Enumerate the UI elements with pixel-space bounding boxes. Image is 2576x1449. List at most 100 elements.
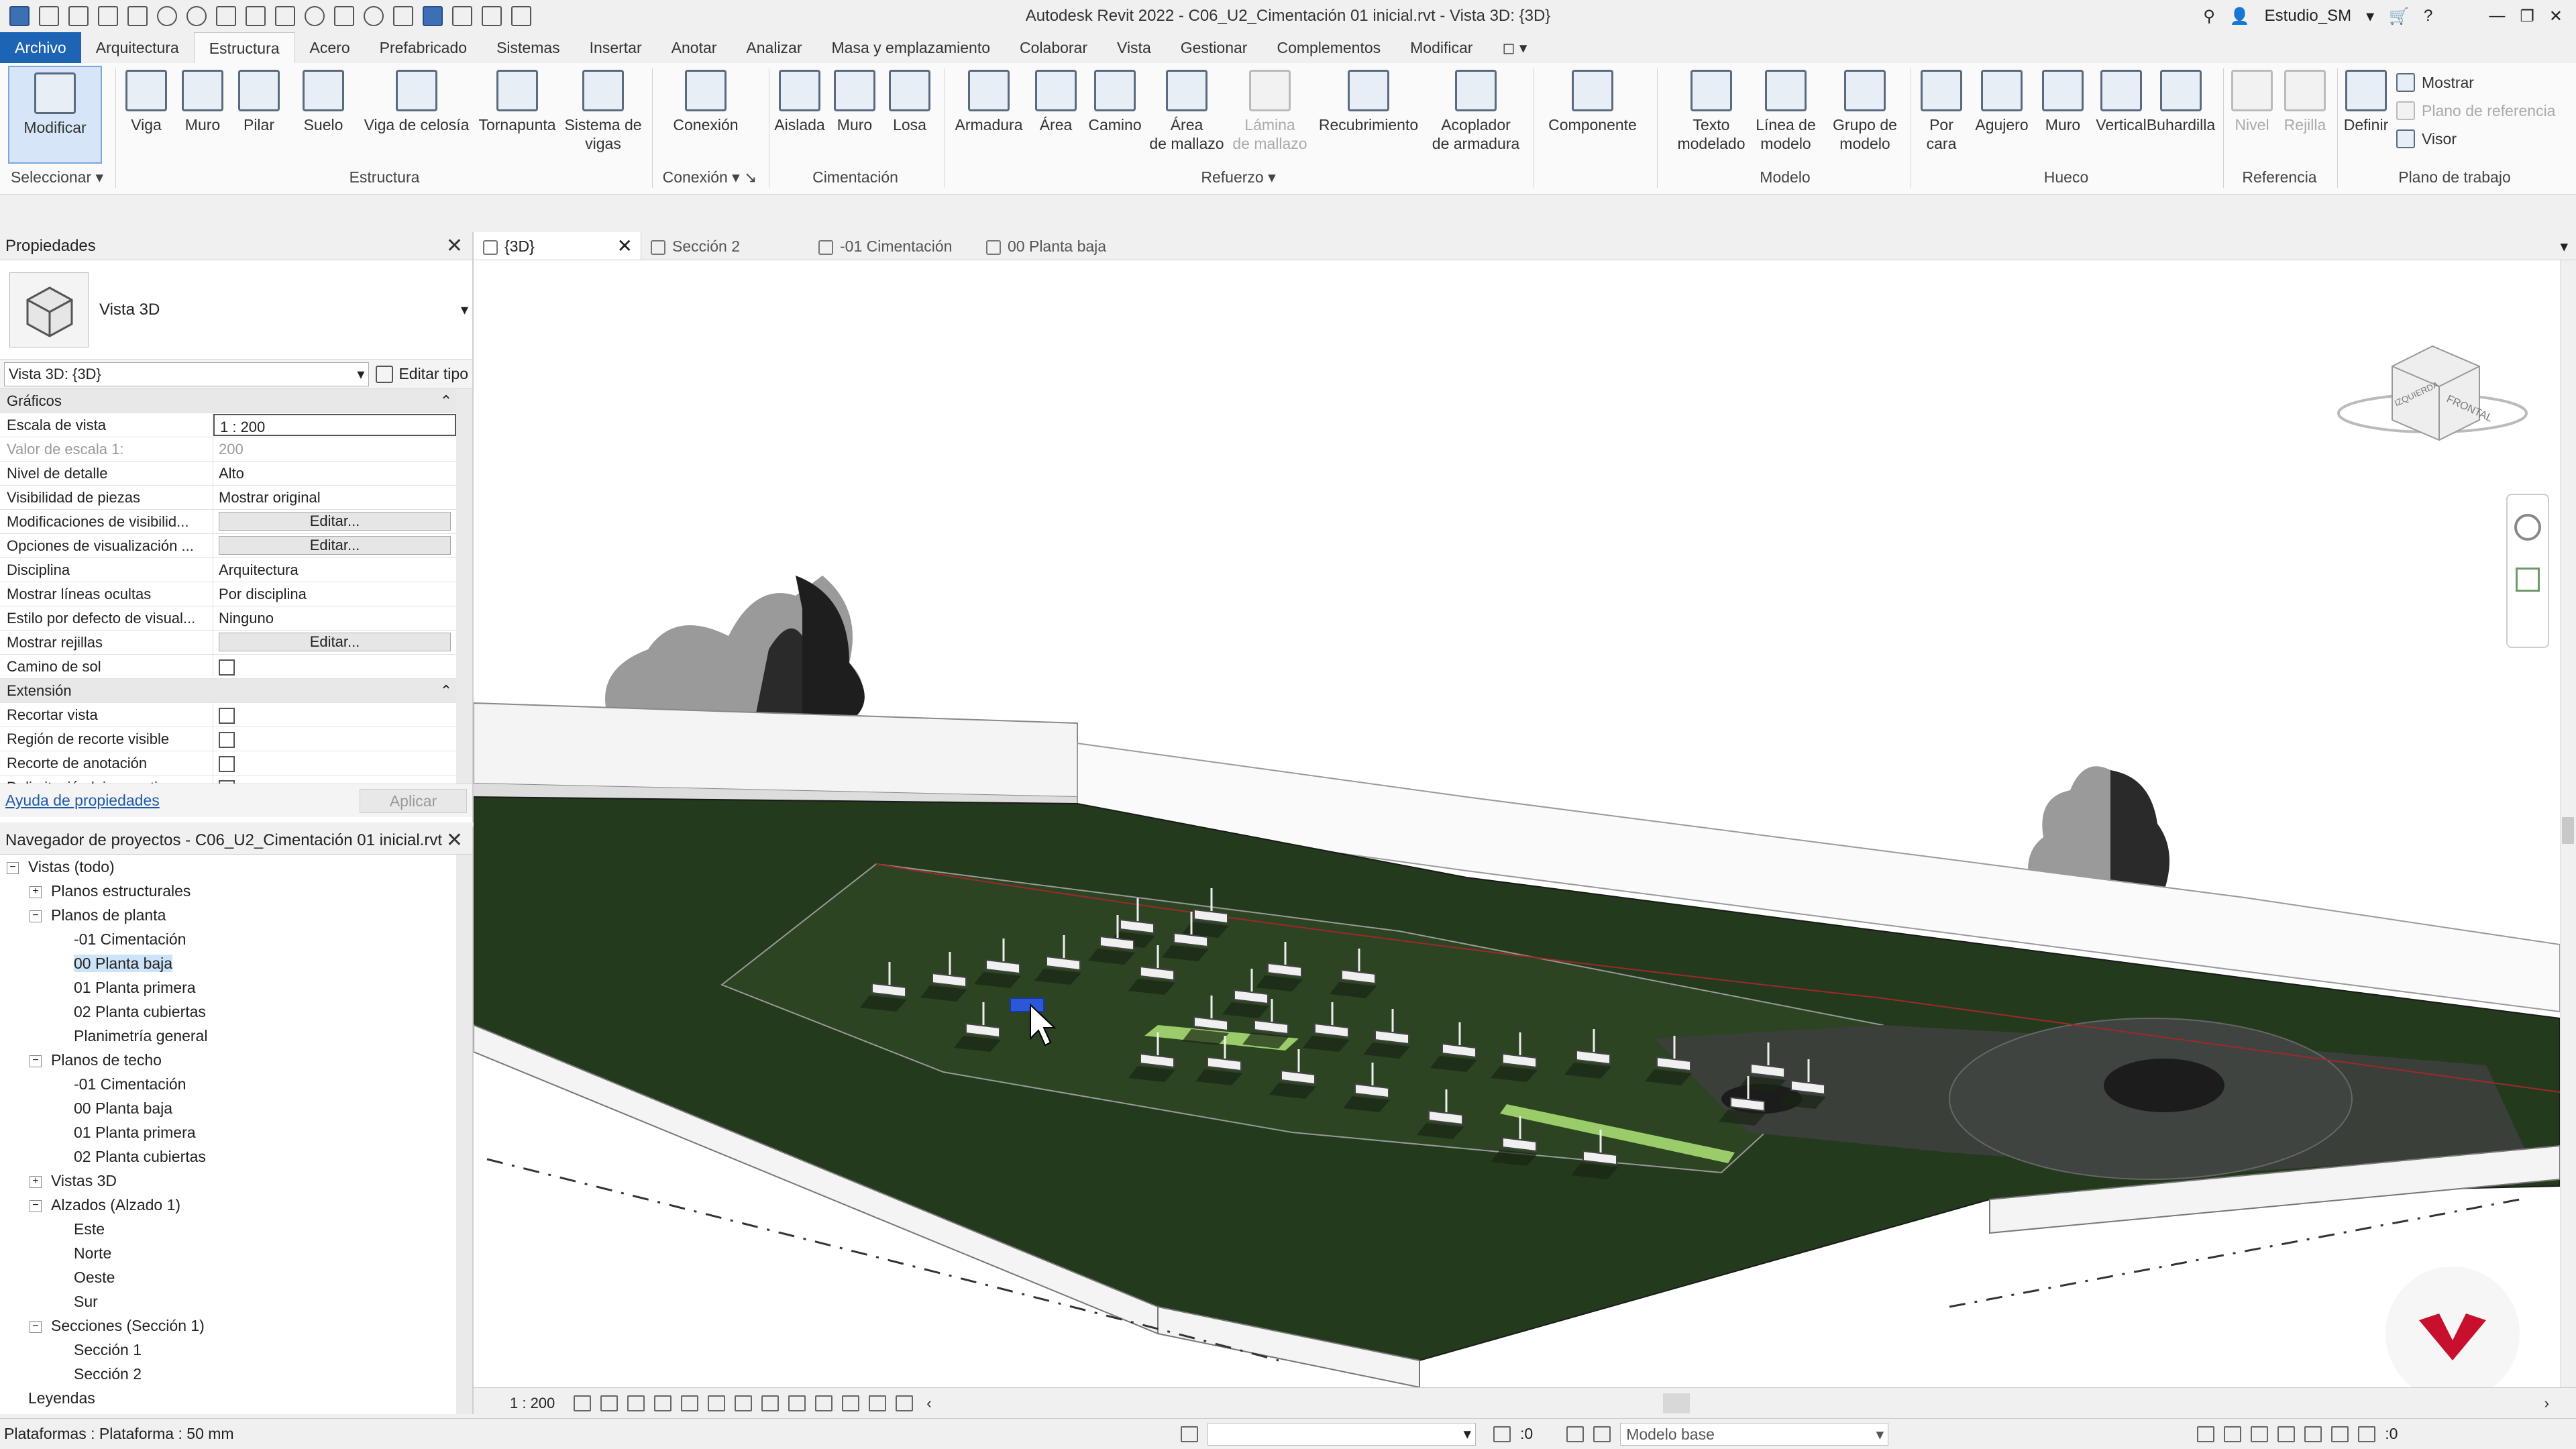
browser-tree-item[interactable]: 00 Planta baja [0,951,456,975]
crop-view-icon[interactable] [708,1395,726,1411]
model-line-button[interactable]: Línea de modelo [1752,70,1819,153]
edit-button[interactable]: Editar... [219,536,451,555]
instance-selector[interactable]: Vista 3D: {3D} [4,362,370,386]
user-name[interactable]: Estudio_SM [2265,7,2351,25]
revit-logo-icon[interactable] [9,6,30,26]
model-group-button[interactable]: Grupo de modelo [1826,70,1904,153]
browser-tree-item[interactable]: − Planos de techo [0,1048,456,1072]
search-icon[interactable]: ⚲ [2203,7,2215,26]
edit-button[interactable]: Editar... [219,633,451,651]
measure-icon[interactable] [246,6,266,26]
save-icon[interactable] [98,6,118,26]
collapse-icon[interactable]: − [30,1320,42,1333]
view-tab-2[interactable]: -01 Cimentación [809,232,977,260]
property-value[interactable]: Por disciplina [213,582,456,606]
expand-icon[interactable]: + [30,885,42,898]
properties-section-header[interactable]: Gráficos ⌃ [0,389,456,413]
background-processes-icon[interactable] [2331,1426,2349,1442]
view-scale[interactable]: 1 : 200 [474,1395,574,1412]
truss-button[interactable]: Viga de celosía [360,70,474,134]
workset-dropdown[interactable]: ▾ [1208,1422,1476,1446]
path-rebar-button[interactable]: Camino [1083,70,1147,134]
temporary-hide-icon[interactable] [788,1395,806,1411]
customize-qat-icon[interactable] [511,6,531,26]
browser-tree-item[interactable]: Oeste [0,1265,456,1289]
chevron-right-icon[interactable]: › [2544,1395,2549,1412]
by-face-button[interactable]: Por cara [1916,70,1967,153]
connection-button[interactable]: Conexión [659,70,753,134]
wall-opening-button[interactable]: Muro [2037,70,2089,134]
shaft-button[interactable]: Agujero [1968,70,2035,134]
area-rebar-button[interactable]: Área [1030,70,1081,134]
property-value[interactable]: Ninguno [213,606,456,630]
collapse-icon[interactable]: − [30,1055,42,1067]
steering-wheel-icon[interactable] [2514,514,2541,541]
property-value[interactable]: 200 [213,437,456,461]
isolated-foundation-button[interactable]: Aislada [771,70,828,134]
browser-tree-item[interactable]: Norte [0,1241,456,1265]
ref-plane-button[interactable]: Plano de referencia [2396,101,2555,121]
lock-3d-view-icon[interactable] [761,1395,780,1411]
connection-group-label[interactable]: Conexión ▾ ↘ [652,165,767,189]
3d-viewport[interactable]: FRONTAL IZQUIERDA [474,260,2560,1387]
dormer-button[interactable]: Buhardilla [2144,70,2218,134]
open-icon[interactable] [68,6,89,26]
browser-tree-item[interactable]: 02 Planta cubiertas [0,1144,456,1169]
edit-type-button[interactable]: Editar tipo [376,365,468,383]
brace-button[interactable]: Tornapunta [475,70,559,134]
undo-icon[interactable] [157,6,177,26]
tab-1[interactable]: Arquitectura [81,32,194,63]
browser-tree-item[interactable]: Sección 1 [0,1338,456,1362]
wall-foundation-button[interactable]: Muro [829,70,880,134]
browser-tree-item[interactable]: Leyendas [0,1386,456,1410]
property-checkbox[interactable] [219,708,235,724]
chevron-left-icon[interactable]: ‹ [926,1395,931,1412]
structural-wall-button[interactable]: Muro [176,70,229,134]
property-checkbox[interactable] [219,659,235,676]
browser-tree-item[interactable]: − Vistas (todo) [0,855,456,879]
set-workplane-button[interactable]: Definir [2341,70,2391,134]
design-option-dropdown[interactable]: Modelo base ▾ [1620,1422,1889,1446]
close-hidden-windows-icon[interactable] [452,6,472,26]
edit-button[interactable]: Editar... [219,512,451,531]
chevron-down-icon[interactable]: ▾ [461,260,468,360]
fabric-area-button[interactable]: Área de mallazo [1148,70,1225,153]
sync-icon[interactable] [127,6,148,26]
filter-icon[interactable] [2358,1426,2376,1442]
help-icon[interactable]: ? [2424,7,2432,25]
tab-7[interactable]: Anotar [657,32,732,63]
view-tab-0[interactable]: {3D} ✕ [474,232,641,260]
redo-icon[interactable] [186,6,207,26]
visual-style-icon[interactable] [600,1395,619,1411]
property-value[interactable]: Arquitectura [213,558,456,582]
collapse-icon[interactable]: − [30,910,42,922]
browser-tree-item[interactable]: + Planos estructurales [0,879,456,903]
render-icon[interactable] [681,1395,699,1411]
close-icon[interactable]: ✕ [446,826,463,855]
analytical-model-icon[interactable] [842,1395,860,1411]
minimize-button[interactable]: — [2489,7,2505,25]
worksets-icon[interactable] [1181,1426,1198,1442]
beam-system-button[interactable]: Sistema de vigas [561,70,645,153]
collapse-icon[interactable]: ⌃ [436,389,456,413]
show-crop-region-icon[interactable] [735,1395,753,1411]
modify-button[interactable]: Modificar [8,66,102,164]
default-3d-icon[interactable] [364,6,384,26]
chevron-down-icon[interactable]: ▾ [2366,7,2374,26]
sun-path-icon[interactable] [627,1395,645,1411]
main-model-icon[interactable] [1593,1426,1611,1442]
browser-tree-item[interactable]: -01 Cimentación [0,927,456,951]
browser-tree-item[interactable]: -01 Cimentación [0,1072,456,1096]
tab-11[interactable]: Vista [1102,32,1166,63]
collapse-icon[interactable]: − [30,1199,42,1212]
contextual-tab-toggle-icon[interactable]: ◻ ▾ [1487,32,1542,63]
select-underlay-icon[interactable] [2224,1426,2242,1442]
section-icon[interactable] [393,6,413,26]
close-button[interactable]: ✕ [2549,7,2563,26]
level-button[interactable]: Nivel [2227,70,2277,134]
property-value[interactable]: Alto [213,462,456,485]
fabric-sheet-button[interactable]: Lámina de mallazo [1226,70,1313,153]
collapse-icon[interactable]: − [7,861,19,874]
aligned-dimension-icon[interactable] [275,6,295,26]
expand-icon[interactable]: + [30,1175,42,1188]
